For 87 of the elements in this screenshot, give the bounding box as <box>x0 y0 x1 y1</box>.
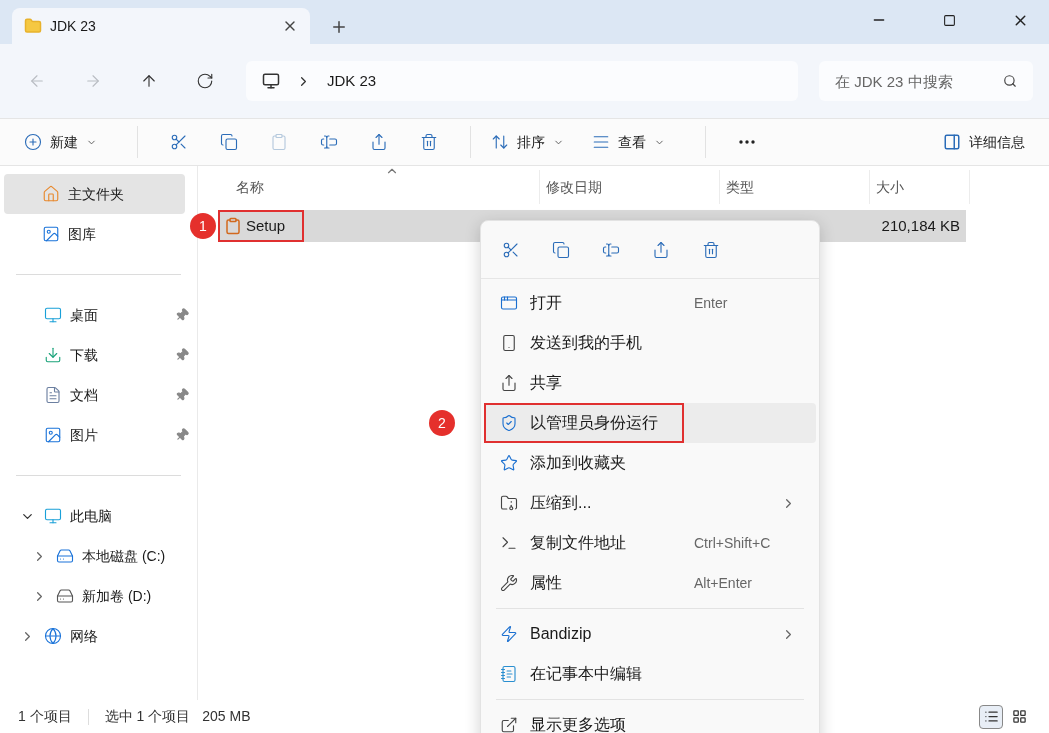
more-icon <box>739 140 755 144</box>
copy-icon <box>552 240 570 259</box>
sidebar-item[interactable]: 下载 <box>70 344 167 366</box>
tree-item[interactable]: 网络 <box>70 625 98 647</box>
shortcut-text: Alt+Enter <box>694 573 753 593</box>
lines-icon <box>592 133 610 151</box>
menu-item[interactable]: 在记事本中编辑 <box>484 654 816 694</box>
forward-arrow-icon <box>84 72 102 90</box>
share-icon <box>500 374 518 392</box>
sidebar-item[interactable]: 文档 <box>70 384 167 406</box>
document-icon <box>44 386 62 404</box>
download-icon <box>44 346 62 364</box>
sort-icon <box>491 133 509 151</box>
clipboard-icon <box>270 133 288 151</box>
menu-item[interactable]: 共享 <box>484 363 816 403</box>
menu-item[interactable]: 添加到收藏夹 <box>484 443 816 483</box>
menu-item[interactable]: Bandizip <box>484 614 816 654</box>
scissors-icon <box>502 240 520 259</box>
shortcut-text: Enter <box>694 293 729 313</box>
window-icon <box>500 294 518 312</box>
selection-count: 选中 1 个项目 <box>104 707 191 726</box>
file-size: 210,184 KB <box>881 215 961 236</box>
scissors-icon <box>170 133 188 151</box>
sidebar-item[interactable]: 图库 <box>4 214 185 254</box>
system-drive-icon <box>56 547 74 565</box>
phone-icon <box>500 334 518 352</box>
drive-icon <box>56 587 74 605</box>
sort-button[interactable]: 排序 <box>487 124 568 160</box>
view-button[interactable]: 查看 <box>588 124 669 160</box>
menu-item[interactable]: 压缩到... <box>484 483 816 523</box>
share-icon <box>370 133 388 151</box>
archive-icon <box>500 494 518 512</box>
panel-icon <box>943 133 961 151</box>
menu-item[interactable]: 打开 Enter <box>484 283 816 323</box>
sidebar-item[interactable]: 图片 <box>70 424 167 446</box>
wrench-icon <box>500 574 518 592</box>
step-badge: 2 <box>429 410 455 436</box>
details-view-icon[interactable] <box>979 704 1003 729</box>
computer-icon <box>262 72 280 90</box>
tab-title: JDK 23 <box>50 16 97 36</box>
maximize-icon[interactable] <box>943 13 956 27</box>
menu-item[interactable]: 发送到我的手机 <box>484 323 816 363</box>
network-icon <box>44 627 62 645</box>
file-name: Setup <box>246 215 286 236</box>
home-icon <box>42 185 60 203</box>
address-bar[interactable]: JDK 23 <box>246 61 798 101</box>
rename-icon <box>320 133 338 151</box>
details-button[interactable]: 详细信息 <box>943 131 1029 153</box>
item-count: 1 个项目 <box>18 707 72 726</box>
selection-size: 205 MB <box>202 707 251 726</box>
trash-icon <box>420 133 438 151</box>
plus-circle-icon <box>24 133 42 151</box>
picture-icon <box>44 426 62 444</box>
notepad-icon <box>500 665 518 683</box>
search-field[interactable]: 在 JDK 23 中搜索 <box>819 61 1033 101</box>
sidebar-item[interactable]: 桌面 <box>70 304 167 326</box>
star-icon <box>500 454 518 472</box>
column-header[interactable]: 名称 <box>230 170 540 204</box>
tab[interactable]: JDK 23 <box>12 8 310 44</box>
menu-item[interactable]: 复制文件地址 Ctrl+Shift+C <box>484 523 816 563</box>
search-icon <box>1003 74 1017 88</box>
shortcut-text: Ctrl+Shift+C <box>694 533 772 553</box>
step-badge: 1 <box>190 213 216 239</box>
lightning-icon <box>500 625 518 643</box>
column-header[interactable]: 类型 <box>720 170 870 204</box>
rename-icon <box>602 240 620 259</box>
gallery-icon <box>42 225 60 243</box>
refresh-icon <box>196 72 214 90</box>
share-icon <box>652 240 670 259</box>
tree-item[interactable]: 此电脑 <box>70 505 112 527</box>
copy-icon <box>220 133 238 151</box>
tree-item[interactable]: 本地磁盘 (C:) <box>82 545 166 567</box>
menu-item[interactable]: 显示更多选项 <box>484 705 816 733</box>
sidebar-item[interactable]: 主文件夹 <box>4 174 185 214</box>
new-button[interactable]: 新建 <box>20 124 101 160</box>
folder-icon <box>24 17 42 35</box>
column-header[interactable]: 大小 <box>870 170 970 204</box>
shield-icon <box>500 414 518 432</box>
menu-item[interactable]: 属性 Alt+Enter <box>484 563 816 603</box>
tree-item[interactable]: 新加卷 (D:) <box>82 585 152 607</box>
trash-icon <box>702 240 720 259</box>
monitor-icon <box>44 507 62 525</box>
new-tab-icon[interactable] <box>330 18 348 36</box>
column-header[interactable]: 修改日期 <box>540 170 720 204</box>
external-icon <box>500 716 518 733</box>
desktop-icon <box>44 306 62 324</box>
breadcrumb-item[interactable]: JDK 23 <box>327 69 377 93</box>
